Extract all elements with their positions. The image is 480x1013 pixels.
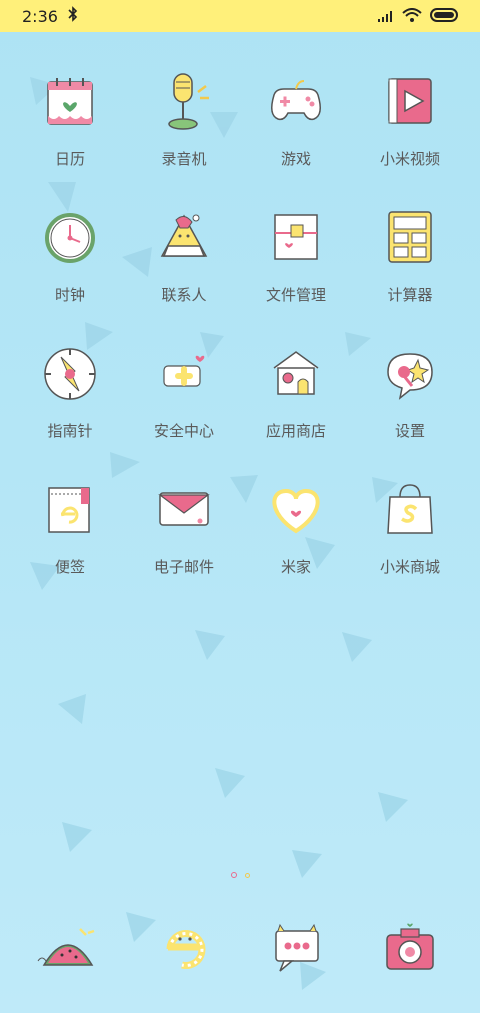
wifi-icon: [402, 7, 422, 26]
page-dot[interactable]: [230, 872, 237, 878]
app-label: 计算器: [387, 286, 433, 304]
app-label: 应用商店: [265, 422, 326, 440]
app-mijia[interactable]: 米家: [241, 478, 351, 588]
calendar-icon: [38, 70, 102, 134]
app-recorder[interactable]: 录音机: [129, 70, 239, 180]
dock-phone[interactable]: [33, 915, 103, 985]
app-calendar[interactable]: 日历: [15, 70, 125, 180]
app-label: 米家: [280, 558, 311, 576]
browser-icon: [156, 919, 214, 981]
app-label: 联系人: [161, 286, 207, 304]
app-contacts[interactable]: 联系人: [129, 206, 239, 316]
app-email[interactable]: 电子邮件: [129, 478, 239, 588]
gamepad-icon: [264, 70, 328, 134]
app-notes[interactable]: 便签: [15, 478, 125, 588]
phone-watermelon-icon: [36, 921, 100, 979]
app-clock[interactable]: 时钟: [15, 206, 125, 316]
app-row: 时钟 联系人 文件管理 计算器: [0, 206, 480, 326]
file-manager-icon: [264, 206, 328, 270]
app-label: 便签: [54, 558, 85, 576]
battery-icon: [430, 7, 460, 26]
app-store-icon: [264, 342, 328, 406]
app-row: 日历 录音机 游戏 小米视频: [0, 70, 480, 190]
app-mi-store[interactable]: 小米商城: [355, 478, 465, 588]
compass-icon: [38, 342, 102, 406]
clock-icon: [38, 206, 102, 270]
calculator-icon: [378, 206, 442, 270]
app-label: 游戏: [280, 150, 311, 168]
app-security-center[interactable]: 安全中心: [129, 342, 239, 452]
dock-browser[interactable]: [150, 915, 220, 985]
app-label: 录音机: [161, 150, 207, 168]
status-time: 2:36: [22, 6, 58, 26]
camera-icon: [381, 921, 439, 979]
page-indicator: [0, 870, 480, 880]
app-label: 文件管理: [265, 286, 326, 304]
app-row: 指南针 安全中心 应用商店 设置: [0, 342, 480, 462]
app-compass[interactable]: 指南针: [15, 342, 125, 452]
video-icon: [378, 70, 442, 134]
dock-camera[interactable]: [375, 915, 445, 985]
dock: [0, 915, 480, 985]
bluetooth-icon: [68, 6, 78, 26]
app-label: 日历: [54, 150, 85, 168]
mi-store-icon: [378, 478, 442, 542]
dock-messages[interactable]: [262, 915, 332, 985]
app-label: 时钟: [54, 286, 85, 304]
security-icon: [152, 342, 216, 406]
email-icon: [152, 478, 216, 542]
app-mi-video[interactable]: 小米视频: [355, 70, 465, 180]
app-row: 便签 电子邮件 米家 小米商城: [0, 478, 480, 598]
app-label: 设置: [394, 422, 425, 440]
page-dot-active[interactable]: [244, 872, 250, 878]
signal-icon: [378, 7, 394, 26]
app-games[interactable]: 游戏: [241, 70, 351, 180]
app-label: 电子邮件: [153, 558, 214, 576]
microphone-icon: [152, 70, 216, 134]
mijia-icon: [264, 478, 328, 542]
app-settings[interactable]: 设置: [355, 342, 465, 452]
messages-icon: [268, 921, 326, 979]
status-bar: 2:36: [0, 0, 480, 32]
app-label: 小米视频: [379, 150, 440, 168]
app-label: 安全中心: [153, 422, 214, 440]
notes-icon: [38, 478, 102, 542]
settings-icon: [378, 342, 442, 406]
app-label: 小米商城: [379, 558, 440, 576]
app-label: 指南针: [47, 422, 93, 440]
contacts-icon: [152, 206, 216, 270]
app-store[interactable]: 应用商店: [241, 342, 351, 452]
app-calculator[interactable]: 计算器: [355, 206, 465, 316]
app-file-manager[interactable]: 文件管理: [241, 206, 351, 316]
